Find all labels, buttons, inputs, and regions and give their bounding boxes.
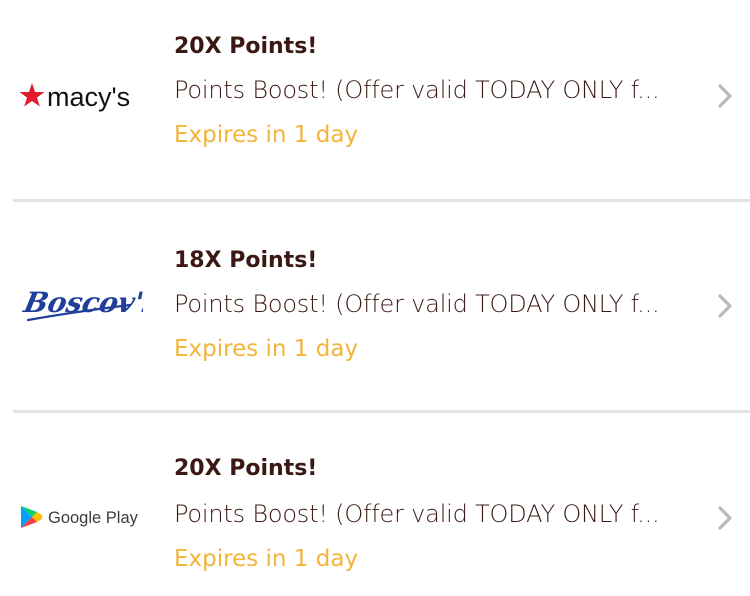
divider [13,410,750,413]
offer-title: 20X Points! [174,456,318,481]
chevron-right-icon[interactable] [714,291,736,321]
offer-expiry: Expires in 1 day [174,546,359,572]
macys-logo-text: macy's [47,82,130,112]
divider [13,199,750,202]
boscovs-logo-text: Boscov's [20,285,143,319]
offer-row-google-play[interactable]: Google Play 20X Points! Points Boost! (O… [0,422,750,596]
offer-description: Points Boost! (Offer valid TODAY ONLY f.… [174,76,660,104]
offer-row-boscovs[interactable]: Boscov's 18X Points! Points Boost! (Offe… [0,212,750,402]
offer-description: Points Boost! (Offer valid TODAY ONLY f.… [174,290,660,318]
offer-title: 18X Points! [174,248,318,273]
offer-title: 20X Points! [174,34,318,59]
boscovs-logo: Boscov's [18,272,163,332]
google-play-logo: Google Play [18,486,143,546]
offer-expiry: Expires in 1 day [174,122,359,148]
macys-logo: macy's [18,66,143,126]
offer-row-macys[interactable]: macy's 20X Points! Points Boost! (Offer … [0,0,750,190]
offer-expiry: Expires in 1 day [174,336,359,362]
offer-description: Points Boost! (Offer valid TODAY ONLY f.… [174,500,660,528]
google-play-logo-text: Google Play [48,509,139,527]
chevron-right-icon[interactable] [714,81,736,111]
offers-list: macy's 20X Points! Points Boost! (Offer … [0,0,750,596]
chevron-right-icon[interactable] [714,503,736,533]
